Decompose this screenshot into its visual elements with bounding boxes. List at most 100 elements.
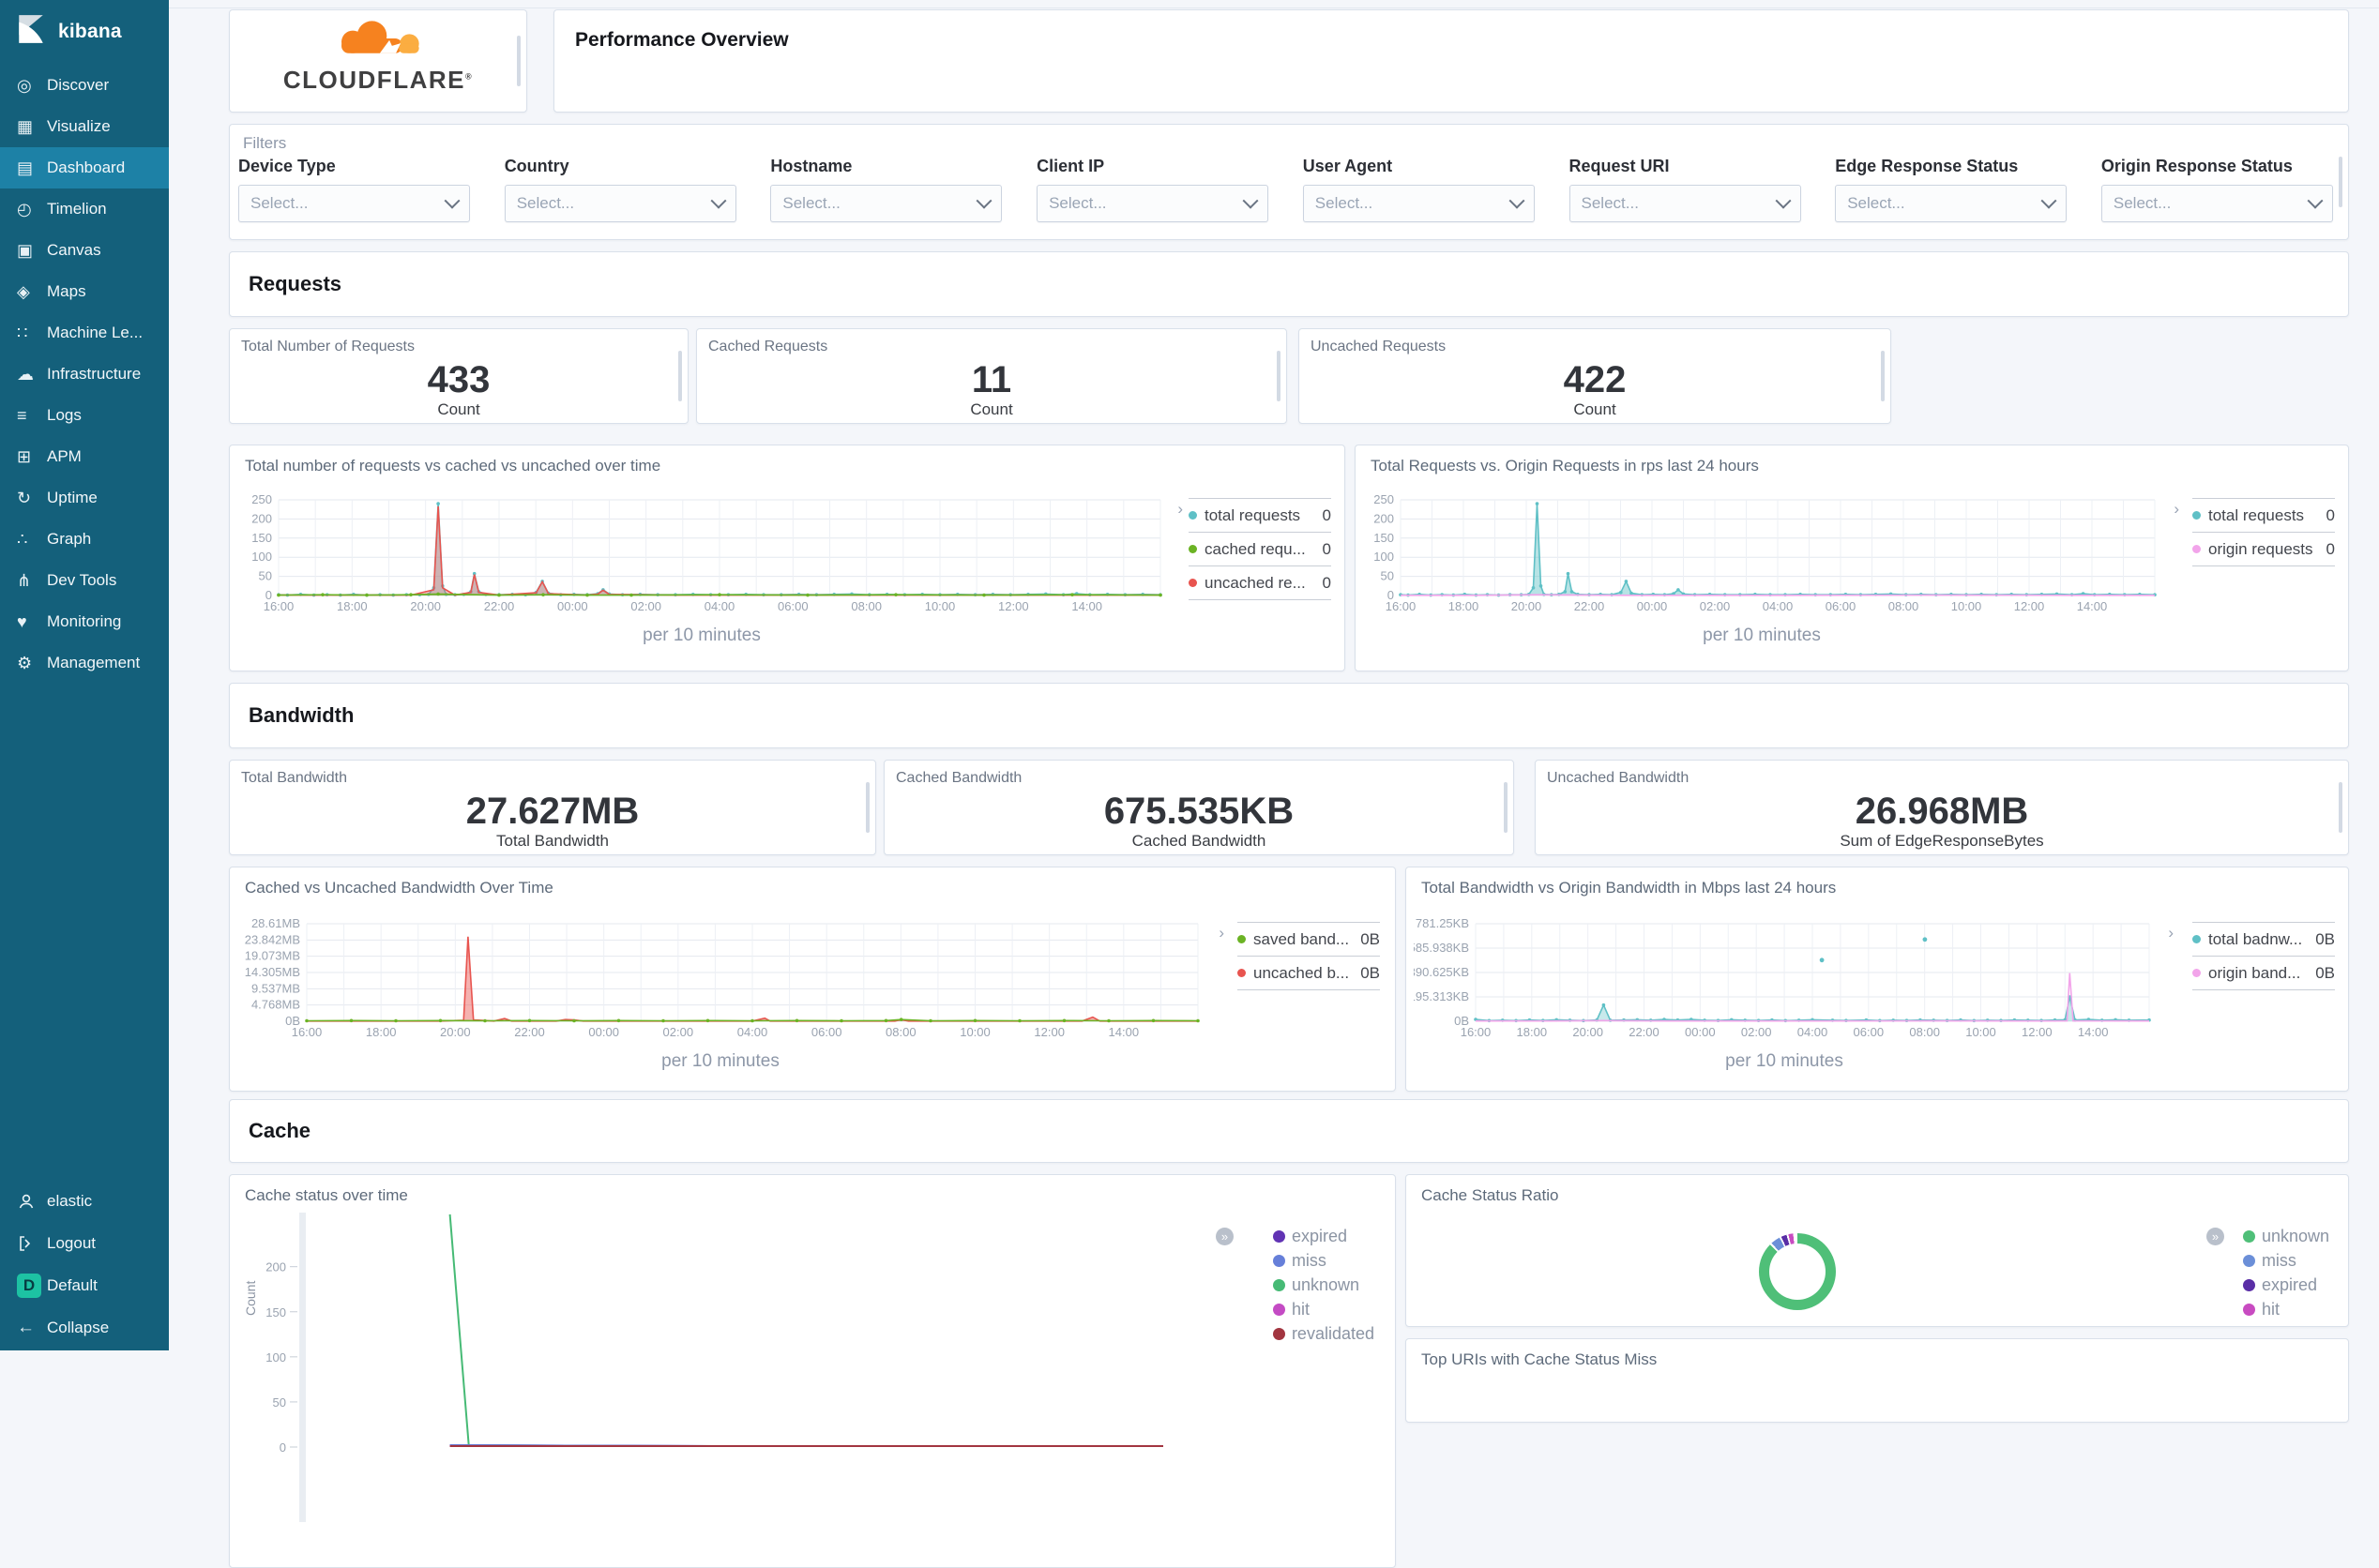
select-placeholder: Select... [250, 194, 309, 212]
metric-value: 11 [971, 359, 1012, 400]
legend-item-hit[interactable]: hit [1272, 1297, 1374, 1321]
sidebar-item-label: Canvas [47, 241, 101, 259]
sidebar-item-maps[interactable]: ◈ Maps [0, 271, 169, 312]
sidebar-item-apm[interactable]: ⊞ APM [0, 436, 169, 477]
filter-select-device-type[interactable]: Select... [238, 185, 470, 222]
legend-label: miss [2261, 1250, 2296, 1270]
panel-resize-grip[interactable] [1881, 351, 1885, 401]
sidebar-item-graph[interactable]: ∴ Graph [0, 519, 169, 560]
svg-text:10:00: 10:00 [1965, 1025, 1996, 1039]
filter-select-client-ip[interactable]: Select... [1037, 185, 1269, 222]
sidebar-item-label: Discover [47, 76, 110, 94]
sidebar-item-discover[interactable]: ◎ Discover [0, 65, 169, 106]
filter-select-hostname[interactable]: Select... [770, 185, 1003, 222]
svg-text:04:00: 04:00 [737, 1025, 768, 1039]
legend-item-total-requests[interactable]: total requests 0 [2192, 498, 2335, 532]
legend-item-miss[interactable]: miss [2242, 1248, 2329, 1273]
legend-dot [2242, 1303, 2255, 1316]
legend-toggle-icon[interactable]: » [2206, 1228, 2224, 1245]
panel-resize-grip[interactable] [1277, 351, 1280, 401]
filter-select-country[interactable]: Select... [504, 185, 736, 222]
legend-value: 0 [2326, 539, 2335, 558]
legend-item-unknown[interactable]: unknown [1272, 1273, 1374, 1297]
user-icon [17, 1192, 47, 1211]
legend-item-hit[interactable]: hit [2242, 1297, 2329, 1321]
infrastructure-icon: ☁ [17, 364, 34, 384]
filter-select-origin-response-status[interactable]: Select... [2100, 185, 2333, 222]
legend-value: 0B [1360, 963, 1380, 982]
legend-item-total-requests[interactable]: total requests 0 [1189, 498, 1331, 532]
legend-item-expired[interactable]: expired [1272, 1224, 1374, 1248]
legend-item-revalidated[interactable]: revalidated [1272, 1321, 1374, 1346]
metric-title: Uncached Bandwidth [1547, 770, 1690, 786]
legend-item-expired[interactable]: expired [2242, 1273, 2329, 1297]
panel-resize-grip[interactable] [678, 351, 682, 401]
legend-dot [1272, 1278, 1285, 1291]
filter-device-type: Device Type Select... [238, 157, 473, 222]
legend-label: uncached re... [1205, 573, 1306, 592]
legend-item-origin-band-[interactable]: origin band... 0B [2192, 956, 2335, 990]
sidebar-item-logout[interactable]: Logout [0, 1222, 169, 1264]
filter-select-user-agent[interactable]: Select... [1302, 185, 1535, 222]
sidebar-item-machine-learning[interactable]: ∷ Machine Le... [0, 312, 169, 354]
legend-item-unknown[interactable]: unknown [2242, 1224, 2329, 1248]
x-axis-label: per 10 minutes [1725, 1051, 1843, 1071]
filter-user-agent: User Agent Select... [1302, 157, 1538, 222]
sidebar: kibana ◎ Discover ▦ Visualize ▤ Dashboard ◴ Tim… [0, 0, 169, 1350]
svg-text:08:00: 08:00 [851, 599, 882, 613]
legend-item-cached-requ-[interactable]: cached requ... 0 [1189, 532, 1331, 565]
sidebar-item-label: Maps [47, 282, 86, 300]
metric-title: Cached Bandwidth [896, 770, 1023, 786]
legend-collapse-icon[interactable]: › [2174, 500, 2179, 519]
sidebar-item-dashboard[interactable]: ▤ Dashboard [0, 147, 169, 188]
panel-resize-grip[interactable] [866, 782, 870, 833]
filter-select-edge-response-status[interactable]: Select... [1835, 185, 2068, 222]
panel-resize-grip[interactable] [2339, 782, 2342, 833]
sidebar-item-dev-tools[interactable]: ⋔ Dev Tools [0, 560, 169, 601]
sidebar-item-user[interactable]: elastic [0, 1180, 169, 1222]
select-placeholder: Select... [782, 194, 841, 212]
svg-text:04:00: 04:00 [705, 599, 735, 613]
legend-item-saved-band-[interactable]: saved band... 0B [1237, 922, 1380, 956]
legend-item-total-badnw-[interactable]: total badnw... 0B [2192, 922, 2335, 956]
x-axis-label: per 10 minutes [1703, 626, 1821, 645]
panel-resize-grip[interactable] [1504, 782, 1508, 833]
sidebar-item-monitoring[interactable]: ♥ Monitoring [0, 601, 169, 642]
metric-uncached-requests: Uncached Requests 422 Count [1298, 328, 1891, 424]
sidebar-item-collapse[interactable]: ← Collapse [0, 1306, 169, 1349]
metric-total-bandwidth: Total Bandwidth 27.627MB Total Bandwidth [229, 760, 876, 855]
legend-item-uncached-b-[interactable]: uncached b... 0B [1237, 956, 1380, 990]
sidebar-item-canvas[interactable]: ▣ Canvas [0, 230, 169, 271]
select-placeholder: Select... [516, 194, 575, 212]
filter-select-request-uri[interactable]: Select... [1568, 185, 1801, 222]
sidebar-item-space-default[interactable]: D Default [0, 1264, 169, 1306]
sidebar-item-timelion[interactable]: ◴ Timelion [0, 188, 169, 230]
sidebar-item-logs[interactable]: ≡ Logs [0, 395, 169, 436]
chart-legend: total requests 0 cached requ... 0 uncached r… [1189, 498, 1331, 600]
legend-label: expired [2261, 1274, 2317, 1294]
legend-item-origin-requests[interactable]: origin requests 0 [2192, 532, 2335, 566]
kibana-logo[interactable]: kibana [0, 0, 169, 65]
legend-value: 0 [1322, 539, 1331, 558]
legend-item-uncached-re-[interactable]: uncached re... 0 [1189, 565, 1331, 600]
svg-text:100: 100 [251, 550, 272, 564]
panel-resize-grip[interactable] [517, 36, 521, 86]
sidebar-item-infrastructure[interactable]: ☁ Infrastructure [0, 354, 169, 395]
filter-hostname: Hostname Select... [770, 157, 1005, 222]
legend-collapse-icon[interactable]: › [2168, 924, 2174, 942]
svg-text:22:00: 22:00 [1629, 1025, 1659, 1039]
panel-resize-grip[interactable] [2339, 157, 2342, 207]
legend-collapse-icon[interactable]: › [1219, 924, 1224, 942]
metric-value: 675.535KB [1103, 791, 1295, 832]
sidebar-item-management[interactable]: ⚙ Management [0, 642, 169, 684]
legend-toggle-icon[interactable]: » [1216, 1228, 1234, 1245]
requests-section-title: Requests [249, 272, 342, 295]
svg-text:00:00: 00:00 [588, 1025, 619, 1039]
legend-collapse-icon[interactable]: › [1177, 500, 1183, 519]
legend-item-miss[interactable]: miss [1272, 1248, 1374, 1273]
sidebar-item-uptime[interactable]: ↻ Uptime [0, 477, 169, 519]
sidebar-item-visualize[interactable]: ▦ Visualize [0, 106, 169, 147]
cache-status-ratio-donut[interactable] [1759, 1233, 1836, 1310]
chevron-down-icon [2307, 192, 2324, 209]
legend-value: 0B [2315, 929, 2335, 948]
